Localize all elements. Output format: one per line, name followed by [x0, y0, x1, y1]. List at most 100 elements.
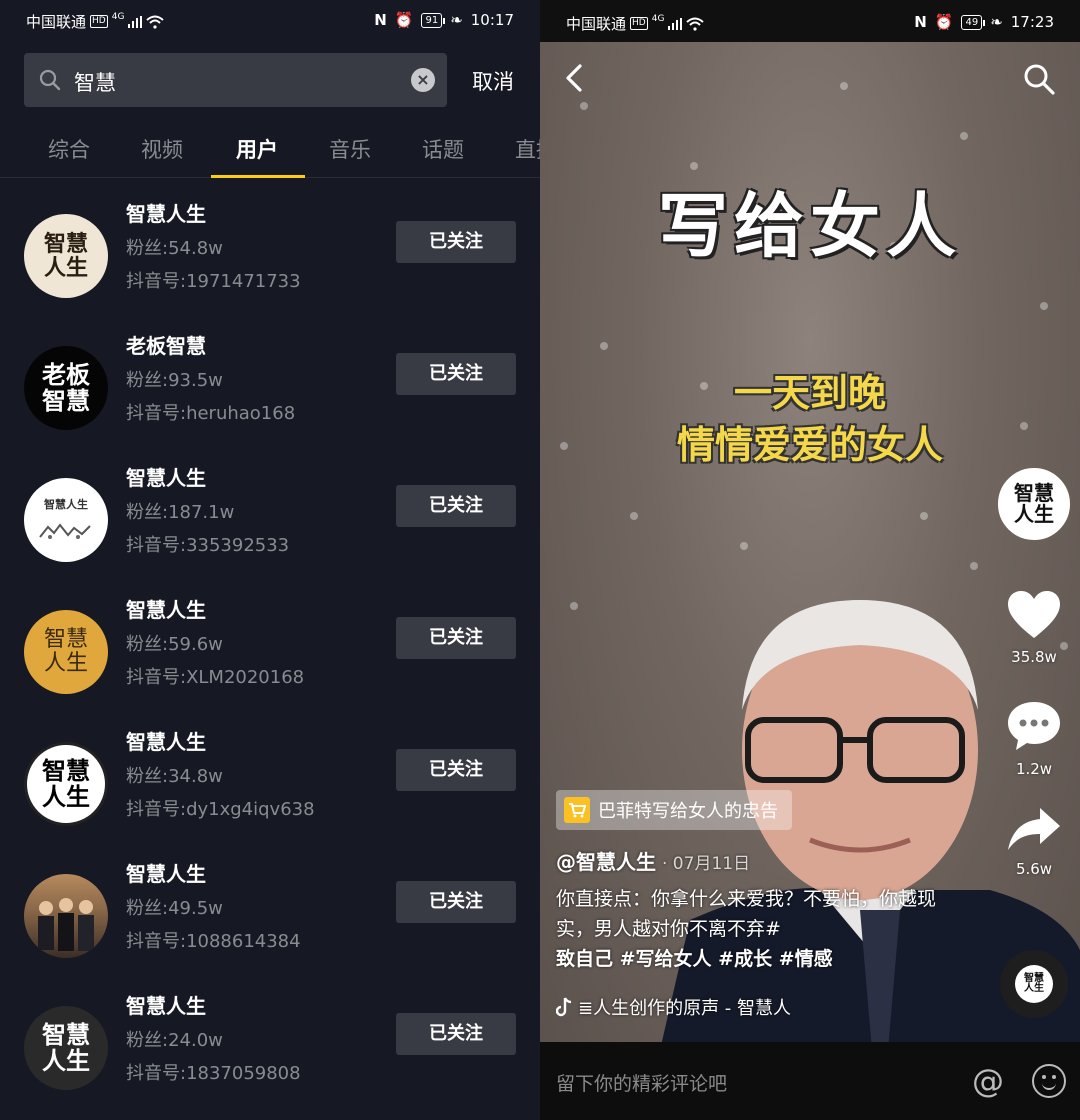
user-result-row[interactable]: 智慧人生 智慧人生 粉丝:54.8w 抖音号:1971471733 已关注: [0, 186, 540, 318]
followed-button[interactable]: 已关注: [396, 881, 516, 923]
avatar[interactable]: 智慧人生: [24, 478, 108, 562]
user-name: 智慧人生: [126, 598, 206, 622]
search-icon: [39, 69, 61, 91]
cart-icon: [564, 797, 590, 823]
search-icon[interactable]: [1022, 62, 1056, 96]
leaf-icon: ❧: [990, 13, 1003, 31]
like-button[interactable]: 35.8w: [998, 590, 1070, 666]
avatar[interactable]: 智慧人生: [24, 1006, 108, 1090]
group-photo-icon: [38, 898, 94, 951]
search-input[interactable]: 智慧: [74, 67, 116, 97]
alarm-icon: ⏰: [934, 13, 954, 31]
tab-users[interactable]: 用户: [236, 134, 278, 164]
search-field[interactable]: 智慧 ×: [24, 53, 447, 107]
battery-icon: 49: [961, 14, 985, 30]
author-line[interactable]: @智慧人生 · 07月11日: [556, 846, 750, 875]
carrier-label: 中国联通: [26, 13, 87, 31]
douyin-id: 抖音号:heruhao168: [126, 403, 296, 424]
like-count: 35.8w: [1011, 648, 1057, 666]
comment-icon: [1008, 702, 1060, 750]
douyin-id: 抖音号:1088614384: [126, 931, 301, 952]
followed-button[interactable]: 已关注: [396, 353, 516, 395]
followed-button[interactable]: 已关注: [396, 749, 516, 791]
avatar[interactable]: 老板智慧: [24, 346, 108, 430]
music-info[interactable]: ≣人生创作的原声 - 智慧人: [556, 994, 791, 1020]
post-date: · 07月11日: [662, 854, 751, 874]
disc-label: 智慧人生: [1024, 973, 1044, 994]
tab-topics[interactable]: 话题: [422, 134, 464, 164]
followed-button[interactable]: 已关注: [396, 1013, 516, 1055]
at-icon[interactable]: @: [972, 1062, 1004, 1100]
share-count: 5.6w: [1015, 860, 1053, 878]
video-subtitle-line-2: 情情爱爱的女人: [676, 423, 943, 467]
back-icon[interactable]: [560, 62, 588, 94]
author-name[interactable]: @智慧人生: [556, 850, 656, 874]
hashtags[interactable]: 致自己 #写给女人 #成长 #情感: [556, 944, 946, 974]
hd-badge: HD: [630, 17, 648, 30]
douyin-id: 抖音号:1837059808: [126, 1063, 301, 1084]
avatar[interactable]: [24, 874, 108, 958]
active-tab-indicator: [211, 175, 305, 178]
creator-avatar[interactable]: 智慧人生: [998, 468, 1070, 540]
user-result-row[interactable]: 智慧人生 智慧人生 粉丝:187.1w 抖音号:335392533 已关注: [0, 450, 540, 582]
tab-music[interactable]: 音乐: [329, 134, 371, 164]
douyin-id: 抖音号:XLM2020168: [126, 667, 305, 688]
video-description: 你直接点：你拿什么来爱我？不要怕，你越现实，男人越对你不离不弃# 致自己 #写给…: [556, 884, 946, 974]
tab-all[interactable]: 综合: [48, 134, 90, 164]
wifi-icon: [146, 15, 165, 29]
status-bar: 中国联通 HD 4G N ⏰ 91 ❧ 10:17: [0, 0, 540, 40]
user-result-row[interactable]: 智慧人生 智慧人生 粉丝:59.6w 抖音号:XLM2020168 已关注: [0, 582, 540, 714]
avatar-text: 智慧人生: [42, 1019, 90, 1075]
user-name: 智慧人生: [126, 730, 206, 754]
user-name: 智慧人生: [126, 202, 206, 226]
clear-icon[interactable]: ×: [411, 68, 435, 92]
product-tag[interactable]: 巴菲特写给女人的忠告: [556, 790, 792, 830]
cancel-button[interactable]: 取消: [472, 66, 514, 96]
followed-button[interactable]: 已关注: [396, 617, 516, 659]
avatar-text: 智慧人生: [44, 497, 88, 511]
tab-video[interactable]: 视频: [141, 134, 183, 164]
carrier-label: 中国联通: [566, 15, 627, 33]
avatar[interactable]: 智慧人生: [24, 610, 108, 694]
user-name: 智慧人生: [126, 466, 206, 490]
video-title: 写给女人: [658, 184, 962, 267]
fans-count: 粉丝:24.0w: [126, 1030, 223, 1051]
comment-input[interactable]: 留下你的精彩评论吧: [556, 1069, 727, 1096]
avatar-text: 智慧人生: [43, 230, 88, 281]
douyin-id: 抖音号:335392533: [126, 535, 290, 556]
avatar[interactable]: 智慧人生: [24, 214, 108, 298]
network-label: 4G: [651, 13, 665, 24]
user-result-row[interactable]: 老板智慧 老板智慧 粉丝:93.5w 抖音号:heruhao168 已关注: [0, 318, 540, 450]
video-player-screen: 中国联通 HD 4G N ⏰ 49 ❧ 17:23 写给女人 一天到晚 情情爱爱…: [540, 0, 1080, 1120]
horse-painting-icon: [39, 523, 91, 540]
tiktok-note-icon: [556, 997, 572, 1017]
result-tabs: 综合 视频 用户 音乐 话题 直播: [0, 120, 540, 178]
description-text: 你直接点：你拿什么来爱我？不要怕，你越现实，男人越对你不离不弃#: [556, 888, 937, 940]
user-result-row[interactable]: 智慧人生 智慧人生 粉丝:24.0w 抖音号:1837059808 已关注: [0, 978, 540, 1110]
product-title: 巴菲特写给女人的忠告: [598, 801, 778, 822]
battery-icon: 91: [421, 12, 445, 28]
avatar-text: 智慧人生: [42, 755, 90, 811]
emoji-icon[interactable]: [1032, 1064, 1066, 1098]
user-result-row[interactable]: 智慧人生 粉丝:49.5w 抖音号:1088614384 已关注: [0, 846, 540, 978]
comment-bar: 留下你的精彩评论吧 @: [540, 1042, 1080, 1120]
status-bar: 中国联通 HD 4G N ⏰ 49 ❧ 17:23: [540, 0, 1080, 42]
douyin-id: 抖音号:dy1xg4iqv638: [126, 799, 315, 820]
avatar[interactable]: 智慧人生: [24, 742, 108, 826]
followed-button[interactable]: 已关注: [396, 221, 516, 263]
clock-time: 10:17: [470, 11, 514, 29]
network-label: 4G: [111, 11, 125, 22]
tab-live[interactable]: 直播: [515, 134, 540, 164]
search-results-screen: 中国联通 HD 4G N ⏰ 91 ❧ 10:17 智慧 × 取消 综合 视频 …: [0, 0, 540, 1120]
nfc-icon: N: [914, 13, 927, 31]
user-result-row[interactable]: 智慧人生 智慧人生 粉丝:34.8w 抖音号:dy1xg4iqv638 已关注: [0, 714, 540, 846]
followed-button[interactable]: 已关注: [396, 485, 516, 527]
fans-count: 粉丝:59.6w: [126, 634, 223, 655]
comment-button[interactable]: 1.2w: [998, 700, 1070, 778]
avatar-text: 老板智慧: [42, 359, 90, 415]
music-title: ≣人生创作的原声 - 智慧人: [578, 998, 792, 1019]
fans-count: 粉丝:93.5w: [126, 370, 223, 391]
douyin-id: 抖音号:1971471733: [126, 271, 301, 292]
share-button[interactable]: 5.6w: [998, 806, 1070, 878]
music-disc[interactable]: 智慧人生: [1000, 950, 1068, 1018]
